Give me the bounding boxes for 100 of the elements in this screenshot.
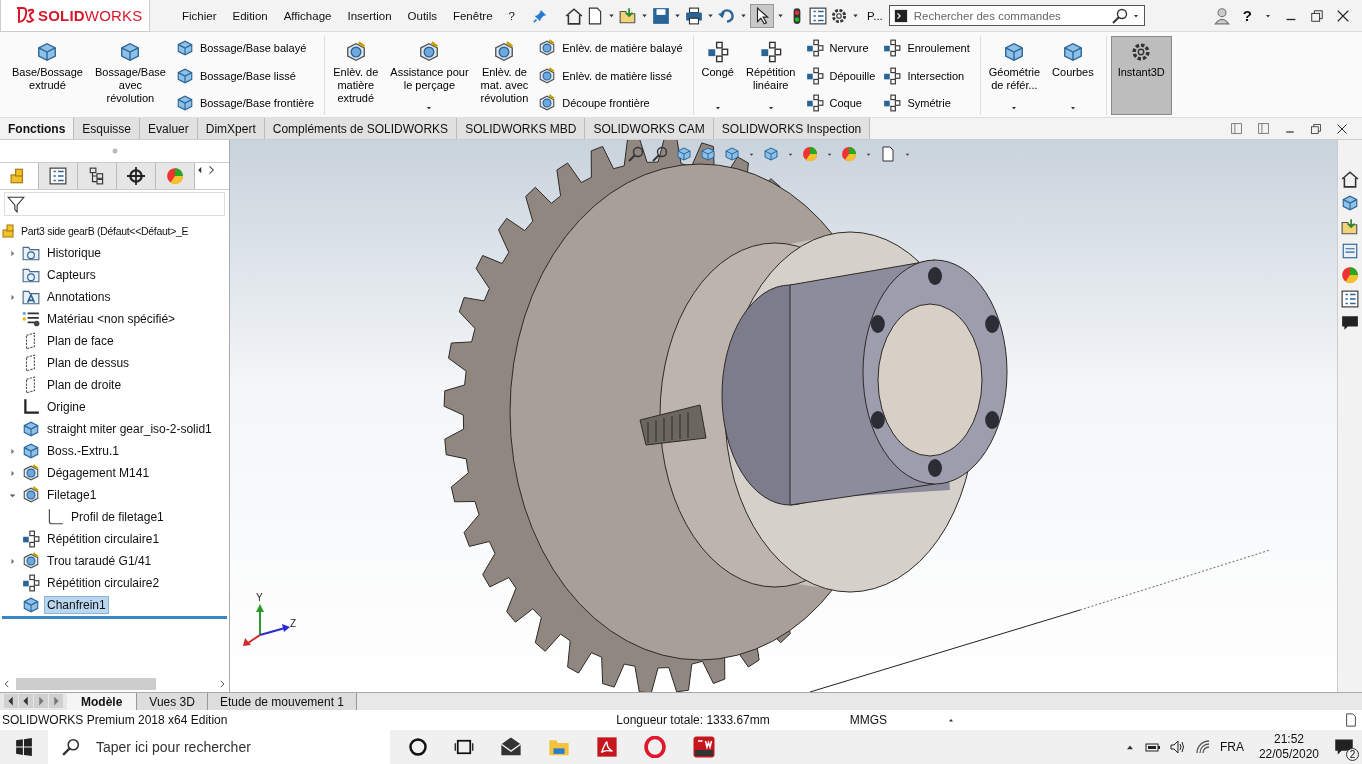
panel-tab[interactable] bbox=[78, 163, 117, 189]
search-field[interactable]: Rechercher des commandes bbox=[888, 5, 1145, 26]
ribbon-button[interactable]: Enlèv. de mat. avec révolution bbox=[476, 36, 533, 115]
clock-date[interactable]: 22/05/2020 bbox=[1258, 747, 1319, 762]
tree-item[interactable]: Historique bbox=[44, 244, 105, 262]
language-indicator[interactable]: FRA bbox=[1219, 740, 1244, 754]
list-icon[interactable] bbox=[1341, 290, 1359, 308]
splitter-handle[interactable] bbox=[111, 148, 118, 154]
command-tab[interactable]: DimXpert bbox=[197, 118, 265, 139]
pin-icon[interactable] bbox=[533, 8, 547, 23]
ribbon-button[interactable]: Enroulement bbox=[881, 38, 972, 58]
tree-item[interactable]: Matériau <non spécifié> bbox=[44, 310, 179, 328]
zoom-area-icon[interactable] bbox=[652, 146, 668, 162]
select-tool-button[interactable] bbox=[751, 4, 773, 27]
ribbon-button[interactable]: Symétrie bbox=[881, 93, 972, 113]
pdf-icon[interactable] bbox=[596, 736, 618, 758]
rebuild-icon[interactable] bbox=[1344, 713, 1358, 727]
search-input[interactable]: Rechercher des commandes bbox=[911, 8, 1108, 23]
tree-item[interactable]: Plan de droite bbox=[44, 376, 125, 394]
open-folder-icon[interactable] bbox=[619, 6, 637, 25]
printer-icon[interactable] bbox=[685, 6, 703, 25]
speaker-icon[interactable] bbox=[1169, 739, 1186, 755]
taskbar-search-field[interactable]: Taper ici pour rechercher bbox=[48, 730, 390, 764]
scrollbar-thumb[interactable] bbox=[16, 678, 156, 690]
units-selector[interactable]: MMGS bbox=[849, 713, 888, 727]
tree-item[interactable]: Plan de dessus bbox=[44, 354, 133, 372]
ribbon-button[interactable]: Bossage/Base frontière bbox=[173, 93, 317, 113]
help-button[interactable]: ? bbox=[1242, 7, 1252, 24]
undo-icon[interactable] bbox=[718, 6, 736, 25]
ribbon-button[interactable]: Instant3D bbox=[1110, 36, 1172, 115]
command-tab[interactable]: Evaluer bbox=[140, 118, 198, 139]
app-icon[interactable] bbox=[692, 735, 716, 759]
list-icon[interactable] bbox=[809, 6, 827, 25]
restore-icon[interactable] bbox=[1310, 8, 1324, 23]
new-document-icon[interactable] bbox=[586, 6, 604, 25]
caret-icon[interactable] bbox=[673, 11, 682, 20]
menu-item[interactable]: Fichier bbox=[174, 9, 225, 22]
command-tab[interactable]: SOLIDWORKS Inspection bbox=[713, 118, 871, 139]
menu-item[interactable]: ? bbox=[500, 9, 523, 22]
tree-item[interactable]: straight miter gear_iso-2-solid1 bbox=[44, 420, 215, 438]
panel-left-icon[interactable] bbox=[1230, 122, 1243, 135]
first-tab-icon[interactable] bbox=[4, 694, 18, 708]
ribbon-button[interactable]: Bossage/Base balayé bbox=[173, 38, 317, 58]
menu-item[interactable]: Fenêtre bbox=[444, 9, 501, 22]
settings-icon[interactable] bbox=[830, 6, 848, 25]
filter-icon[interactable] bbox=[7, 195, 25, 213]
panel-right-icon[interactable] bbox=[1257, 122, 1270, 135]
ribbon-button[interactable]: Découpe frontière bbox=[536, 93, 685, 113]
tree-item[interactable]: Boss.-Extru.1 bbox=[44, 442, 123, 460]
ribbon-button[interactable]: Dépouille bbox=[803, 65, 878, 86]
caret-icon[interactable] bbox=[640, 11, 649, 20]
comment-icon[interactable] bbox=[1341, 314, 1359, 332]
caret-icon[interactable] bbox=[607, 11, 616, 20]
ribbon-button[interactable]: Nervure bbox=[803, 38, 878, 58]
restore-icon[interactable] bbox=[1310, 122, 1322, 135]
tree-item[interactable]: Répétition circulaire1 bbox=[44, 530, 163, 548]
ribbon-button[interactable]: Intersection bbox=[881, 65, 972, 86]
tree-item[interactable]: Dégagement M141 bbox=[44, 464, 153, 482]
caret-icon[interactable] bbox=[851, 11, 860, 20]
scroll-right-icon[interactable] bbox=[217, 679, 227, 689]
windows-start-icon[interactable] bbox=[15, 738, 33, 756]
command-tab[interactable]: SOLIDWORKS MBD bbox=[457, 118, 586, 139]
ribbon-button[interactable]: Bossage/Base avec révolution bbox=[90, 36, 170, 115]
ribbon-button[interactable]: Géométrie de référ... bbox=[984, 36, 1045, 115]
tree-item[interactable]: Trou taraudé G1/41 bbox=[44, 552, 155, 570]
ribbon-button[interactable]: Assistance pour le perçage bbox=[386, 36, 473, 115]
wifi-icon[interactable] bbox=[1194, 739, 1211, 755]
circle-icon[interactable] bbox=[408, 737, 428, 757]
previous-tab-icon[interactable] bbox=[19, 694, 33, 708]
command-tab[interactable]: SOLIDWORKS CAM bbox=[585, 118, 714, 139]
ribbon-button[interactable]: Enlèv. de matière balayé bbox=[536, 38, 685, 58]
display-style-icon[interactable] bbox=[763, 146, 779, 162]
folder-icon[interactable] bbox=[1341, 218, 1359, 236]
tree-item[interactable]: Chanfrein1 bbox=[44, 596, 109, 614]
ribbon-button[interactable]: Enlèv. de matière lissé bbox=[536, 65, 685, 86]
home-icon[interactable] bbox=[565, 6, 583, 25]
caret-icon[interactable] bbox=[706, 11, 715, 20]
appearance-icon[interactable] bbox=[1341, 266, 1359, 284]
taskbar-search-input[interactable]: Taper ici pour rechercher bbox=[94, 738, 390, 756]
scroll-left-icon[interactable] bbox=[2, 679, 12, 689]
ribbon-button[interactable]: Bossage/Base lissé bbox=[173, 65, 317, 86]
close-icon[interactable] bbox=[1336, 122, 1348, 135]
save-icon[interactable] bbox=[652, 6, 670, 25]
scene-icon[interactable] bbox=[841, 146, 857, 162]
monitor-icon[interactable] bbox=[880, 146, 896, 162]
tree-item[interactable]: Plan de face bbox=[44, 332, 117, 350]
tree-item[interactable]: Annotations bbox=[44, 288, 114, 306]
panel-tab[interactable] bbox=[117, 163, 156, 189]
command-tab[interactable]: Esquisse bbox=[74, 118, 141, 139]
close-icon[interactable] bbox=[1336, 8, 1350, 23]
menu-item[interactable]: Affichage bbox=[275, 9, 340, 22]
ribbon-button[interactable]: Base/Bossage extrudé bbox=[8, 36, 87, 115]
user-icon[interactable] bbox=[1212, 6, 1231, 25]
menu-item[interactable]: Edition bbox=[224, 9, 276, 22]
toolbar-label[interactable]: P... bbox=[867, 9, 883, 22]
ribbon-button[interactable]: Enlèv. de matière extrudé bbox=[329, 36, 383, 115]
tree-root[interactable]: Part3 side gearB (Défaut<<Défaut>_E bbox=[20, 224, 190, 238]
task-view-icon[interactable] bbox=[454, 737, 474, 757]
mail-icon[interactable] bbox=[500, 736, 522, 758]
menu-item[interactable]: Outils bbox=[399, 9, 445, 22]
